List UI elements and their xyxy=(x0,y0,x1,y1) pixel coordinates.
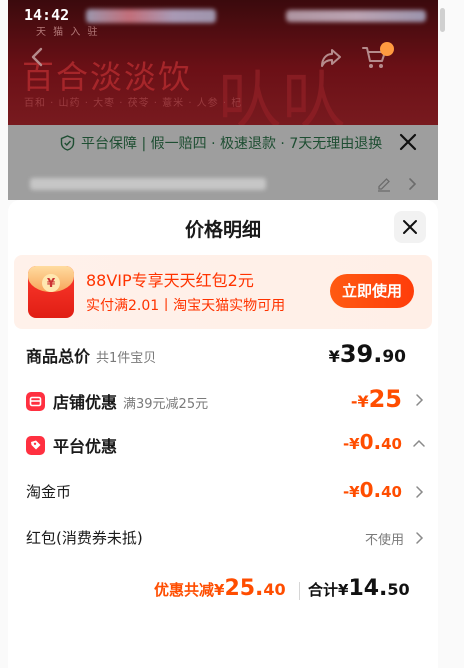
status-bar: 14:42 xyxy=(8,0,438,32)
scroll-indicator xyxy=(440,8,445,32)
price-detail-sheet: 价格明细 ¥ 88VIP专享天天红包2元 实付满2.01丨淘宝天猫实物可用 立即… xyxy=(8,200,438,668)
hongbao-label: 红包(消费券未抵) xyxy=(26,529,143,547)
hero-subtitle: 百和 · 山药 · 大枣 · 茯苓 · 薏米 · 人参 · 杞 xyxy=(24,98,243,109)
hongbao-value: 不使用 xyxy=(364,533,404,548)
total-price-label: 商品总价 共1件宝贝 xyxy=(26,347,157,366)
total-price-value: ¥39.90 xyxy=(328,340,406,368)
close-icon xyxy=(403,220,417,234)
screen: 㕥㕥 天 猫 入 驻 百合淡淡饮 百和 · 山药 · 大枣 · 茯苓 · 薏米 … xyxy=(8,0,438,668)
promo-title: 88VIP专享天天红包2元 xyxy=(86,271,254,290)
row-shop-discount[interactable]: 店铺优惠 满39元减25元 -¥25 xyxy=(26,385,426,419)
use-now-button[interactable]: 立即使用 xyxy=(330,274,414,308)
red-packet-icon: ¥ xyxy=(28,266,74,318)
status-time: 14:42 xyxy=(24,6,70,24)
row-total-price: 商品总价 共1件宝贝 ¥39.90 xyxy=(26,340,426,373)
row-platform-discount[interactable]: 平台优惠 -¥0.40 xyxy=(26,430,426,463)
shop-icon xyxy=(26,392,45,411)
sheet-title: 价格明细 xyxy=(184,219,261,241)
shop-discount-value: -¥25 xyxy=(350,385,402,413)
edit-icon[interactable] xyxy=(376,176,392,192)
taojinbi-label: 淘金币 xyxy=(26,483,72,501)
cart-badge xyxy=(380,42,394,56)
chevron-right-icon xyxy=(416,486,424,498)
shop-discount-note: 满39元减25元 xyxy=(123,397,209,412)
grand-total: 合计¥14.50 xyxy=(308,576,410,601)
chevron-right-icon xyxy=(416,532,424,544)
platform-discount-label: 平台优惠 xyxy=(26,433,117,457)
chevron-right-icon[interactable] xyxy=(404,176,420,192)
tag-icon xyxy=(26,436,45,455)
promo-subtitle: 实付满2.01丨淘宝天猫实物可用 xyxy=(86,298,286,314)
close-button[interactable] xyxy=(394,211,426,243)
row-hongbao[interactable]: 红包(消费券未抵) 不使用 xyxy=(26,527,426,557)
status-blurred-area xyxy=(86,9,216,23)
chevron-right-icon xyxy=(416,394,424,406)
row-taojinbi[interactable]: 淘金币 -¥0.40 xyxy=(26,478,426,511)
shop-discount-label: 店铺优惠 满39元减25元 xyxy=(26,389,208,413)
status-blurred-area-right xyxy=(286,10,426,22)
chevron-up-icon xyxy=(413,439,425,447)
back-arrow-icon[interactable] xyxy=(26,45,50,69)
taojinbi-value: -¥0.40 xyxy=(342,478,402,502)
shield-check-icon xyxy=(60,135,75,151)
platform-discount-value: -¥0.40 xyxy=(342,430,402,454)
guarantee-row: 平台保障 | 假一赔四 · 极速退款 · 7天无理由退换 xyxy=(60,133,382,153)
total-discount: 优惠共减¥25.40 xyxy=(154,576,286,601)
guarantee-close-icon[interactable] xyxy=(398,132,418,152)
guarantee-text: 平台保障 | 假一赔四 · 极速退款 · 7天无理由退换 xyxy=(81,136,383,152)
total-price-note: 共1件宝贝 xyxy=(96,351,157,366)
share-icon[interactable] xyxy=(318,45,344,71)
summary-divider xyxy=(299,582,300,600)
price-summary: 优惠共减¥25.40 合计¥14.50 xyxy=(8,576,438,606)
vip-redpacket-banner: ¥ 88VIP专享天天红包2元 实付满2.01丨淘宝天猫实物可用 立即使用 xyxy=(14,255,432,329)
blurred-address xyxy=(30,178,266,190)
